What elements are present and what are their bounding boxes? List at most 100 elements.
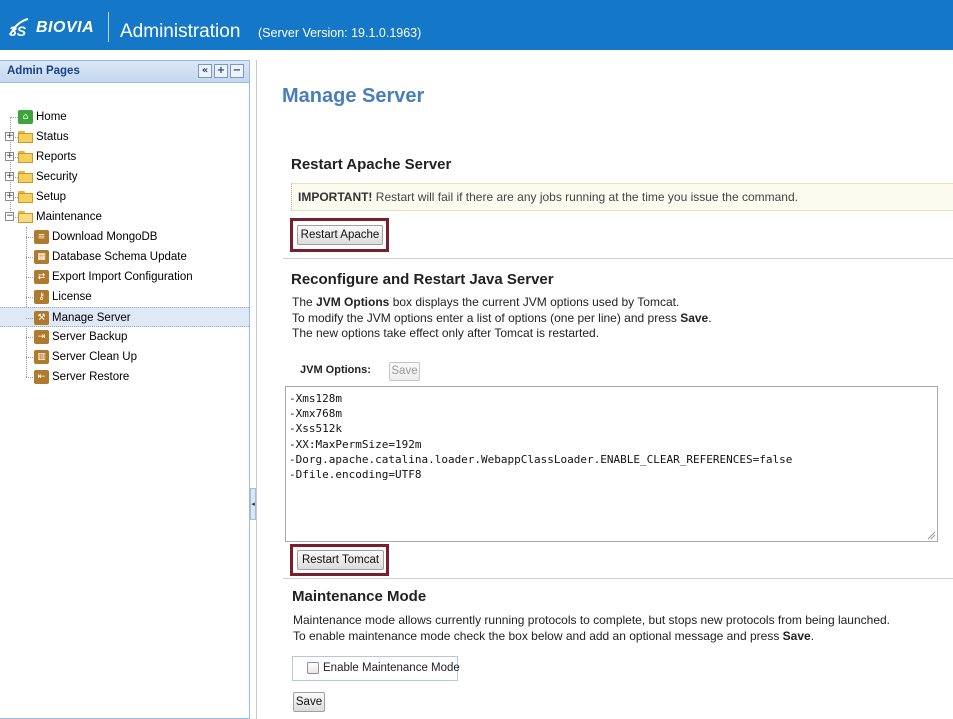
sidebar-item-label: Setup [36,191,67,203]
tree-connector [26,237,33,238]
sidebar-item-label: Server Backup [52,331,128,343]
collapse-panel-button[interactable]: « [198,64,212,78]
admin-pages-panel: Admin Pages « + − ⌂ Home + Status + Reports + S… [0,60,250,719]
tree-connector [26,257,33,258]
sidebar-item-download-mongodb[interactable]: ≡ Download MongoDB [0,227,249,247]
maintenance-desc-bold: Save [782,628,811,643]
important-label: IMPORTANT! [298,190,373,204]
restart-apache-button[interactable]: Restart Apache [297,225,383,245]
panel-header: Admin Pages « + − [0,60,249,83]
sidebar-item-maintenance[interactable]: − Maintenance [0,207,249,227]
sidebar-item-server-backup[interactable]: ⇥ Server Backup [0,327,249,347]
collapse-node-icon[interactable]: − [5,212,14,221]
key-icon: ⚷ [34,290,49,304]
sidebar-item-label: Download MongoDB [52,231,158,243]
brand-name: BIOVIA [36,19,95,36]
sidebar-item-setup[interactable]: + Setup [0,187,249,207]
sidebar-item-label: License [52,291,92,303]
java-desc-text: box displays the current JVM options use… [389,295,680,309]
sidebar-item-home[interactable]: ⌂ Home [0,107,249,127]
tree-connector [26,297,33,298]
maintenance-save-button[interactable]: Save [293,692,325,712]
folder-icon [18,131,34,143]
home-icon: ⌂ [18,110,33,124]
maintenance-desc-text: Maintenance mode allows currently runnin… [293,613,890,627]
trash-icon: ▥ [34,350,49,364]
brand-logo[interactable]: 3S BIOVIA [8,17,94,39]
java-desc-text: . [708,310,712,325]
section-divider [283,578,953,579]
svg-text:3S: 3S [9,23,27,39]
sidebar-item-label: Status [36,131,69,143]
java-section-title: Reconfigure and Restart Java Server [291,271,554,288]
server-version: (Server Version: 19.1.0.1963) [258,26,422,40]
sidebar-item-license[interactable]: ⚷ License [0,287,249,307]
table-icon: ▦ [34,250,49,264]
maintenance-desc-text: . [810,628,815,643]
restart-tomcat-button[interactable]: Restart Tomcat [297,550,384,570]
app-title: Administration [120,21,241,42]
app-header: 3S BIOVIA Administration (Server Version… [0,0,953,50]
panel-tools: « + − [198,64,244,78]
expand-node-icon[interactable]: + [5,192,14,201]
expand-node-icon[interactable]: + [5,152,14,161]
folder-open-icon [18,211,34,223]
maintenance-desc-text: To enable maintenance mode check the box… [293,628,783,643]
sidebar-item-label: Maintenance [36,211,102,223]
maintenance-section-title: Maintenance Mode [292,588,427,605]
sidebar-item-label: Server Clean Up [52,351,138,363]
sidebar-item-label: Security [36,171,78,183]
sidebar-item-export-import-configuration[interactable]: ⇄ Export Import Configuration [0,267,249,287]
folder-icon [18,151,34,163]
java-desc-bold: Save [680,310,709,325]
sidebar-item-label: Home [36,111,67,123]
tree-connector [26,357,33,358]
apache-section-title: Restart Apache Server [291,156,452,173]
sidebar-item-label: Database Schema Update [52,251,187,263]
tree-connector [26,337,33,338]
section-divider [283,258,953,259]
java-description: The JVM Options box displays the current… [292,295,712,342]
tree-connector [10,117,18,118]
export-import-icon: ⇄ [34,270,49,284]
resize-grip-icon[interactable] [926,530,936,540]
tree-connector [26,377,33,378]
sidebar-item-label: Reports [36,151,77,163]
jvm-options-textarea[interactable]: -Xms128m -Xmx768m -Xss512k -XX:MaxPermSi… [285,386,938,542]
sidebar-item-security[interactable]: + Security [0,167,249,187]
expand-all-button[interactable]: + [214,64,228,78]
restore-icon: ⇤ [34,370,49,384]
java-desc-text: To modify the JVM options enter a list o… [292,310,681,325]
page-title: Manage Server [282,85,425,107]
sidebar-item-label: Server Restore [52,371,130,383]
jvm-save-button[interactable]: Save [389,362,420,381]
collapse-all-button[interactable]: − [230,64,244,78]
tree-connector [26,277,33,278]
database-icon: ≡ [34,230,49,244]
sidebar-item-label: Manage Server [52,312,131,324]
important-text: Restart will fail if there are any jobs … [372,190,798,204]
backup-icon: ⇥ [34,330,49,344]
java-desc-text: The new options take effect only after T… [292,326,600,340]
maintenance-mode-fieldset: Enable Maintenance Mode [292,656,460,681]
enable-maintenance-checkbox[interactable] [307,662,319,674]
folder-icon [18,191,34,203]
enable-maintenance-label[interactable]: Enable Maintenance Mode [323,662,460,674]
maintenance-description: Maintenance mode allows currently runnin… [293,613,890,644]
panel-title: Admin Pages [7,65,80,77]
ds-logo-icon: 3S [9,18,29,39]
tree-connector [26,318,33,319]
sidebar-item-status[interactable]: + Status [0,127,249,147]
sidebar-item-database-schema-update[interactable]: ▦ Database Schema Update [0,247,249,267]
expand-node-icon[interactable]: + [5,132,14,141]
sidebar-item-server-restore[interactable]: ⇤ Server Restore [0,367,249,387]
folder-icon [18,171,34,183]
sidebar-item-server-clean-up[interactable]: ▥ Server Clean Up [0,347,249,367]
java-desc-text: The [292,295,317,309]
header-divider [108,12,109,42]
java-desc-bold: JVM Options [316,295,390,309]
hammer-icon: ⚒ [34,311,49,325]
expand-node-icon[interactable]: + [5,172,14,181]
sidebar-item-manage-server[interactable]: ⚒ Manage Server [0,307,249,327]
sidebar-item-reports[interactable]: + Reports [0,147,249,167]
